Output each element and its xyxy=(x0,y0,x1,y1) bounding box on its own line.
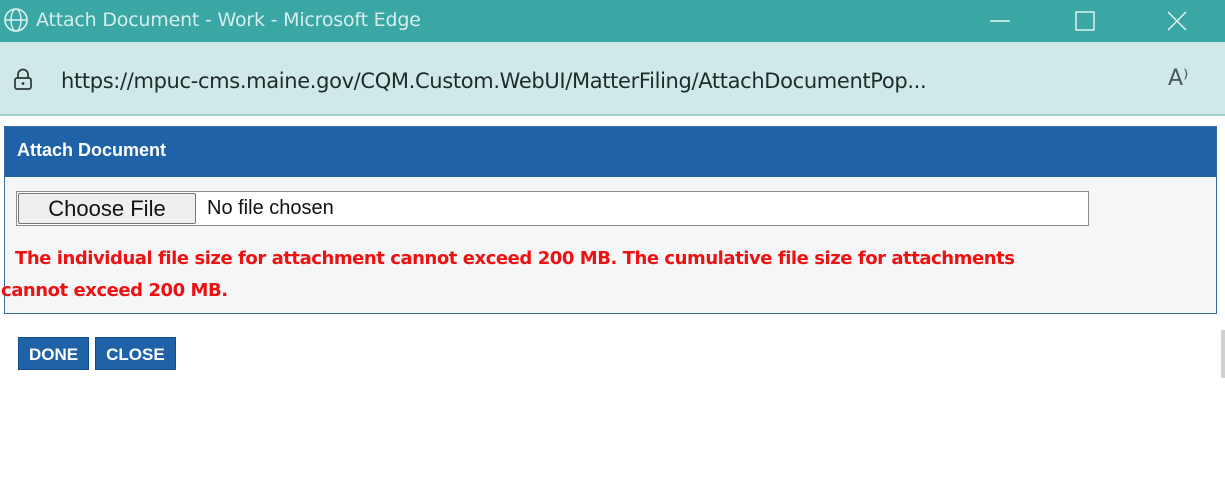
attach-document-panel: Attach Document Choose File No file chos… xyxy=(1,126,1217,314)
done-button[interactable]: DONE xyxy=(18,337,90,370)
lock-icon[interactable] xyxy=(13,68,33,90)
action-buttons: DONE CLOSE xyxy=(18,337,182,370)
window-title: Attach Document - Work - Microsoft Edge xyxy=(36,9,421,31)
maximize-button[interactable] xyxy=(1050,0,1120,42)
minimize-icon xyxy=(990,20,1010,22)
file-size-warning: The individual file size for attachment … xyxy=(1,243,1211,307)
close-window-button[interactable] xyxy=(1142,0,1212,42)
scrollbar[interactable] xyxy=(1221,330,1225,378)
read-aloud-icon[interactable]: A⁾ xyxy=(1168,66,1188,91)
window-titlebar: Attach Document - Work - Microsoft Edge xyxy=(0,0,1225,42)
close-button[interactable]: CLOSE xyxy=(95,337,176,370)
file-status-text: No file chosen xyxy=(207,197,334,219)
maximize-icon xyxy=(1075,11,1095,31)
minimize-button[interactable] xyxy=(965,0,1035,42)
panel-header: Attach Document xyxy=(5,127,1216,177)
file-input[interactable]: Choose File No file chosen xyxy=(16,191,1089,226)
globe-icon xyxy=(4,8,28,32)
panel-body: Choose File No file chosen The individua… xyxy=(1,177,1216,313)
choose-file-button[interactable]: Choose File xyxy=(18,193,196,224)
url-text[interactable]: https://mpuc-cms.maine.gov/CQM.Custom.We… xyxy=(61,69,927,93)
close-icon xyxy=(1167,11,1187,31)
warning-line-2: cannot exceed 200 MB. xyxy=(1,280,228,301)
warning-line-1: The individual file size for attachment … xyxy=(15,248,1015,269)
address-bar[interactable]: https://mpuc-cms.maine.gov/CQM.Custom.We… xyxy=(0,42,1225,116)
